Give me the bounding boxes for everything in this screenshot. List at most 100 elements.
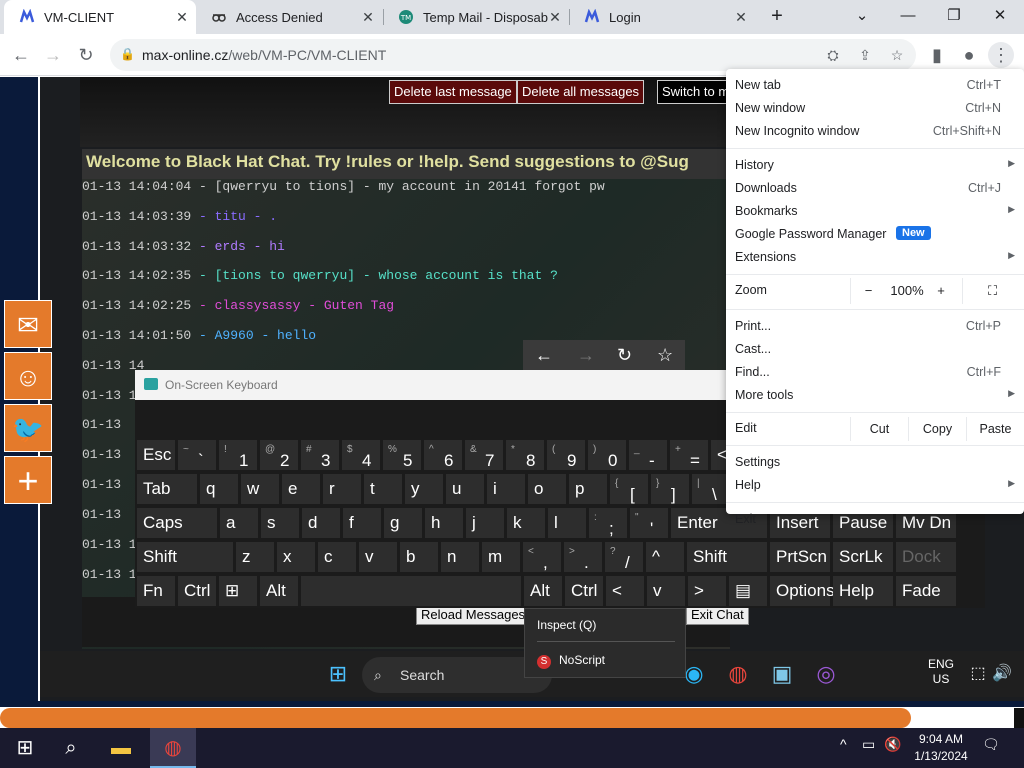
new-tab-button[interactable]: +	[757, 4, 797, 28]
search-icon[interactable]: ⌕	[48, 728, 94, 768]
osk-key[interactable]: ;:	[589, 508, 627, 538]
menu-item[interactable]: Downloads Ctrl+J	[726, 177, 1024, 200]
osk-key[interactable]: 8 *	[506, 440, 544, 470]
tab-vm-client[interactable]: VM-CLIENT ✕	[4, 0, 196, 34]
tray-volume-icon[interactable]: 🔇	[884, 736, 901, 753]
close-icon[interactable]: ✕	[547, 9, 563, 25]
back-icon[interactable]: ←	[8, 42, 34, 68]
menu-item[interactable]: New Incognito window Ctrl+Shift+N	[726, 120, 1024, 143]
twitter-share-button[interactable]: 🐦	[4, 404, 52, 452]
osk-key[interactable]: n	[441, 542, 479, 572]
mail-share-button[interactable]: ✉	[4, 300, 52, 348]
fullscreen-icon[interactable]: ⛶	[962, 278, 1022, 304]
osk-key[interactable]: /?	[605, 542, 643, 572]
osk-key[interactable]: v	[647, 576, 685, 606]
osk-key[interactable]: ScrLk	[833, 542, 893, 572]
menu-item[interactable]: Cast...	[726, 338, 1024, 361]
exit-menu-item[interactable]: Exit	[726, 508, 1024, 531]
osk-key[interactable]: ' "	[630, 508, 668, 538]
system-clock[interactable]: 9:04 AM 1/13/2024	[906, 731, 976, 765]
close-icon[interactable]: ✕	[360, 9, 376, 25]
popup-reload-icon[interactable]: ↻	[617, 345, 632, 366]
share-icon[interactable]: ⇪	[855, 45, 875, 65]
reddit-share-button[interactable]: ☺	[4, 352, 52, 400]
menu-item[interactable]: Bookmarks ▶	[726, 200, 1024, 223]
osk-key[interactable]: 0)	[588, 440, 626, 470]
osk-key[interactable]: Alt	[260, 576, 298, 606]
osk-key[interactable]: Shift	[137, 542, 233, 572]
osk-key[interactable]: 5%	[383, 440, 421, 470]
osk-key[interactable]: Help	[833, 576, 893, 606]
osk-key[interactable]: Tab	[137, 474, 197, 504]
osk-key[interactable]: . >	[564, 542, 602, 572]
paste-button[interactable]: Paste	[966, 417, 1024, 441]
osk-key[interactable]: u	[446, 474, 484, 504]
osk-key[interactable]: ` ~	[178, 440, 216, 470]
osk-key[interactable]: 6 ^	[424, 440, 462, 470]
zoom-in-button[interactable]: +	[928, 278, 954, 304]
side-panel-icon[interactable]: ▮	[924, 42, 950, 68]
orange-scrollbar[interactable]	[0, 708, 912, 728]
popup-forward-icon[interactable]: →	[577, 345, 595, 366]
osk-key[interactable]: k	[507, 508, 545, 538]
osk-key[interactable]: i	[487, 474, 525, 504]
osk-key[interactable]: c	[318, 542, 356, 572]
popup-back-icon[interactable]: ←	[535, 345, 553, 366]
osk-key[interactable]: a	[220, 508, 258, 538]
osk-key[interactable]: Shift	[687, 542, 767, 572]
osk-key[interactable]: Fade	[896, 576, 956, 606]
switch-button[interactable]: Switch to m	[657, 80, 731, 104]
osk-key[interactable]: r	[323, 474, 361, 504]
profile-icon[interactable]: ●	[956, 42, 982, 68]
osk-key[interactable]: >	[688, 576, 726, 606]
scroll-thumb[interactable]	[1014, 708, 1024, 728]
delete-last-button[interactable]: Delete last message	[389, 80, 517, 104]
menu-kebab-icon[interactable]: ⋮	[988, 42, 1014, 68]
tab-temp-mail[interactable]: TM Temp Mail - Disposable ✕	[383, 0, 569, 34]
tab-search-dropdown[interactable]: ⌄	[842, 4, 882, 28]
osk-key[interactable]: j	[466, 508, 504, 538]
restore-button[interactable]: ❐	[934, 4, 974, 28]
menu-item[interactable]: Print... Ctrl+P	[726, 315, 1024, 338]
delete-all-button[interactable]: Delete all messages	[517, 80, 645, 104]
tab-login[interactable]: Login ✕	[569, 0, 755, 34]
osk-key[interactable]: ▤	[729, 576, 767, 606]
osk-key[interactable]: v	[359, 542, 397, 572]
menu-item[interactable]: New tab Ctrl+T	[726, 74, 1024, 97]
window-close-button[interactable]: ✕	[980, 4, 1020, 28]
osk-key[interactable]: p	[569, 474, 607, 504]
reload-messages-button[interactable]: Reload Messages	[416, 605, 531, 625]
osk-key[interactable]: f	[343, 508, 381, 538]
more-share-button[interactable]: +	[4, 456, 52, 504]
osk-key[interactable]: 7 &	[465, 440, 503, 470]
popup-star-icon[interactable]: ☆	[657, 345, 673, 366]
osk-key[interactable]: d	[302, 508, 340, 538]
windows-start-icon[interactable]: ⊞	[322, 659, 354, 689]
close-icon[interactable]: ✕	[174, 9, 190, 25]
osk-key[interactable]: x	[277, 542, 315, 572]
osk-key[interactable]: ]}	[651, 474, 689, 504]
reload-icon[interactable]: ↻	[73, 42, 99, 68]
osk-key[interactable]: PrtScn	[770, 542, 830, 572]
osk-key[interactable]	[301, 576, 521, 606]
osk-key[interactable]: s	[261, 508, 299, 538]
chrome-icon[interactable]: ◍	[722, 659, 754, 689]
noscript-menu-item[interactable]: S NoScript	[537, 653, 605, 669]
menu-item[interactable]: Settings	[726, 451, 1024, 474]
osk-key[interactable]: w	[241, 474, 279, 504]
bookmark-star-icon[interactable]: ☆	[887, 45, 907, 65]
language-indicator[interactable]: ENG US	[926, 657, 956, 687]
osk-key[interactable]: 4 $	[342, 440, 380, 470]
chrome-icon[interactable]: ◍	[150, 728, 196, 768]
cut-button[interactable]: Cut	[850, 417, 908, 441]
osk-key[interactable]: Ctrl	[565, 576, 603, 606]
copy-button[interactable]: Copy	[908, 417, 966, 441]
exit-chat-button[interactable]: Exit Chat	[686, 605, 749, 625]
osk-key[interactable]: l	[548, 508, 586, 538]
volume-icon[interactable]: 🔊	[986, 659, 1018, 689]
address-bar[interactable]: 🔒 max-online.cz/web/VM-PC/VM-CLIENT ⛭ ⇪ …	[110, 39, 916, 71]
osk-key[interactable]: ^	[646, 542, 684, 572]
osk-key[interactable]: = +	[670, 440, 708, 470]
osk-key[interactable]: Caps	[137, 508, 217, 538]
menu-item[interactable]: More tools ▶	[726, 384, 1024, 407]
